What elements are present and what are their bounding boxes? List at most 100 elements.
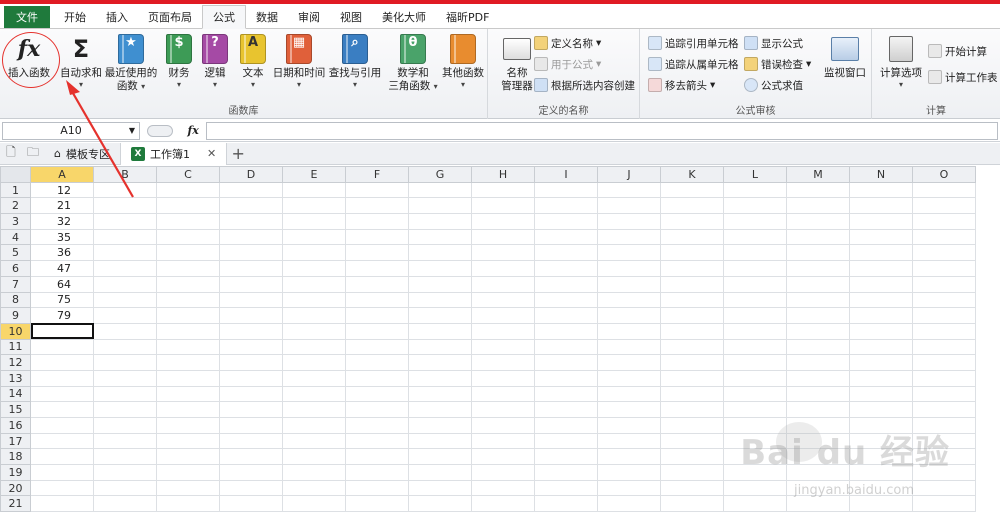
cell-c6[interactable] <box>156 260 220 277</box>
cell-n13[interactable] <box>849 369 913 387</box>
cell-i7[interactable] <box>534 275 598 293</box>
cell-n4[interactable] <box>849 228 913 246</box>
cell-i21[interactable] <box>534 495 598 513</box>
cell-m21[interactable] <box>786 495 850 513</box>
cell-g20[interactable] <box>408 479 472 497</box>
cell-b14[interactable] <box>93 385 157 403</box>
cell-f14[interactable] <box>345 385 409 403</box>
cell-j2[interactable] <box>597 197 661 215</box>
row-header-10[interactable]: 10 <box>0 322 31 340</box>
cell-b16[interactable] <box>93 417 157 434</box>
cell-a10[interactable] <box>30 322 94 340</box>
cell-k10[interactable] <box>660 322 724 340</box>
cell-k2[interactable] <box>660 197 724 215</box>
cell-o12[interactable] <box>912 354 976 371</box>
cell-h19[interactable] <box>471 464 535 481</box>
cell-e12[interactable] <box>282 354 346 371</box>
lookup-reference-button[interactable]: ⌕ 查找与引用 ▾ <box>328 32 382 98</box>
row-header-5[interactable]: 5 <box>0 244 31 262</box>
cell-l3[interactable] <box>723 213 787 230</box>
tab-page-layout[interactable]: 页面布局 <box>138 6 202 28</box>
cell-b12[interactable] <box>93 354 157 371</box>
cell-l10[interactable] <box>723 322 787 340</box>
cell-o2[interactable] <box>912 197 976 215</box>
tab-file[interactable]: 文件 <box>4 6 50 28</box>
datetime-button[interactable]: ▦ 日期和时间 ▾ <box>272 32 326 98</box>
close-icon[interactable]: ✕ <box>207 147 216 160</box>
cell-o11[interactable] <box>912 338 976 356</box>
evaluate-formula-button[interactable]: 公式求值 <box>744 75 803 95</box>
cell-a7[interactable]: 64 <box>30 275 94 293</box>
cell-g7[interactable] <box>408 275 472 293</box>
cell-c13[interactable] <box>156 369 220 387</box>
cell-a18[interactable] <box>30 448 94 466</box>
more-functions-button[interactable]: 其他函数 ▾ <box>436 32 490 98</box>
cell-l4[interactable] <box>723 228 787 246</box>
cell-h5[interactable] <box>471 244 535 262</box>
cell-c17[interactable] <box>156 432 220 450</box>
row-header-8[interactable]: 8 <box>0 291 31 309</box>
cell-n15[interactable] <box>849 401 913 418</box>
cell-d15[interactable] <box>219 401 283 418</box>
tab-formulas[interactable]: 公式 <box>202 5 246 29</box>
cell-f9[interactable] <box>345 307 409 324</box>
cell-o15[interactable] <box>912 401 976 418</box>
cell-f6[interactable] <box>345 260 409 277</box>
column-header-e[interactable]: E <box>282 166 346 183</box>
cell-l1[interactable] <box>723 181 787 199</box>
watch-window-button[interactable]: 监视窗口 <box>818 32 872 98</box>
cell-h13[interactable] <box>471 369 535 387</box>
cell-l6[interactable] <box>723 260 787 277</box>
row-header-6[interactable]: 6 <box>0 260 31 277</box>
show-formulas-button[interactable]: 显示公式 <box>744 33 803 53</box>
cell-h6[interactable] <box>471 260 535 277</box>
cell-g11[interactable] <box>408 338 472 356</box>
cell-c16[interactable] <box>156 417 220 434</box>
calculation-options-button[interactable]: 计算选项 ▾ <box>874 32 928 98</box>
cell-f19[interactable] <box>345 464 409 481</box>
cell-k13[interactable] <box>660 369 724 387</box>
row-header-21[interactable]: 21 <box>0 495 31 513</box>
cell-f15[interactable] <box>345 401 409 418</box>
create-from-selection-button[interactable]: 根据所选内容创建 <box>534 75 635 95</box>
cell-g18[interactable] <box>408 448 472 466</box>
cell-f18[interactable] <box>345 448 409 466</box>
math-trig-button[interactable]: θ 数学和 三角函数 ▾ <box>386 32 440 98</box>
cell-c12[interactable] <box>156 354 220 371</box>
cell-l7[interactable] <box>723 275 787 293</box>
cell-b11[interactable] <box>93 338 157 356</box>
cell-k17[interactable] <box>660 432 724 450</box>
cell-l20[interactable] <box>723 479 787 497</box>
cell-n5[interactable] <box>849 244 913 262</box>
cell-k18[interactable] <box>660 448 724 466</box>
column-header-d[interactable]: D <box>219 166 283 183</box>
row-header-4[interactable]: 4 <box>0 228 31 246</box>
cell-b3[interactable] <box>93 213 157 230</box>
cell-i20[interactable] <box>534 479 598 497</box>
cell-k21[interactable] <box>660 495 724 513</box>
cell-o10[interactable] <box>912 322 976 340</box>
row-header-18[interactable]: 18 <box>0 448 31 466</box>
cell-l8[interactable] <box>723 291 787 309</box>
cell-d20[interactable] <box>219 479 283 497</box>
cell-a9[interactable]: 79 <box>30 307 94 324</box>
cell-i5[interactable] <box>534 244 598 262</box>
column-header-l[interactable]: L <box>723 166 787 183</box>
cell-k19[interactable] <box>660 464 724 481</box>
cell-k12[interactable] <box>660 354 724 371</box>
cell-l14[interactable] <box>723 385 787 403</box>
cell-m5[interactable] <box>786 244 850 262</box>
cell-l13[interactable] <box>723 369 787 387</box>
cell-n2[interactable] <box>849 197 913 215</box>
cell-j17[interactable] <box>597 432 661 450</box>
cell-j5[interactable] <box>597 244 661 262</box>
formula-input[interactable] <box>206 121 998 140</box>
cell-i1[interactable] <box>534 181 598 199</box>
add-tab-icon[interactable]: + <box>227 143 249 165</box>
cell-k11[interactable] <box>660 338 724 356</box>
row-header-11[interactable]: 11 <box>0 338 31 356</box>
autosum-button[interactable]: Σ 自动求和 ▾ <box>54 32 108 98</box>
cell-b17[interactable] <box>93 432 157 450</box>
cell-g13[interactable] <box>408 369 472 387</box>
cell-g16[interactable] <box>408 417 472 434</box>
